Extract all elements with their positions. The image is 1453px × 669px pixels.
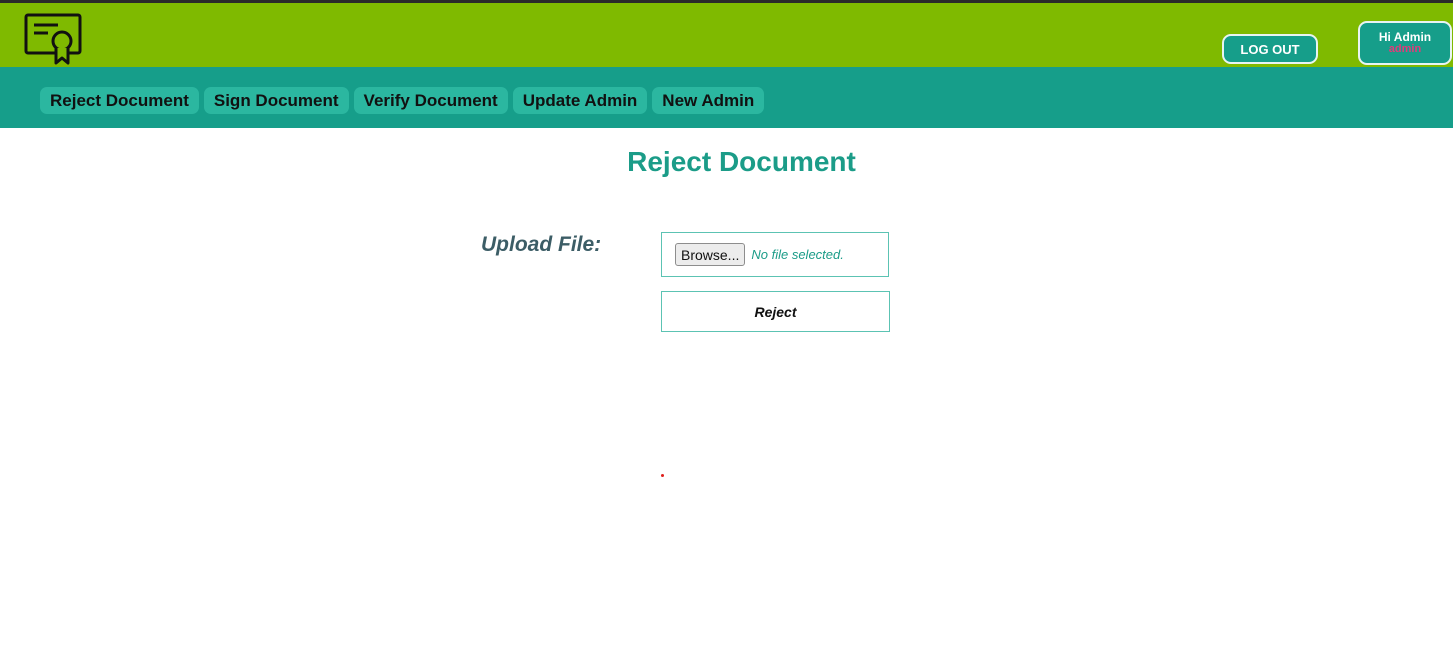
- red-dot-mark: [661, 474, 664, 477]
- nav-items: Reject Document Sign Document Verify Doc…: [40, 87, 765, 114]
- certificate-icon: [24, 13, 82, 65]
- username-text: admin: [1388, 43, 1422, 55]
- top-header: LOG OUT Hi Admin admin: [0, 0, 1453, 67]
- upload-file-label: Upload File:: [481, 233, 602, 256]
- file-input[interactable]: Browse... No file selected.: [661, 232, 889, 277]
- nav-item-new-admin[interactable]: New Admin: [652, 87, 765, 114]
- logout-button[interactable]: LOG OUT: [1222, 34, 1318, 64]
- browse-button[interactable]: Browse...: [675, 243, 746, 266]
- nav-item-sign-document[interactable]: Sign Document: [203, 87, 349, 114]
- file-status-text: No file selected.: [751, 247, 844, 262]
- reject-button[interactable]: Reject: [661, 291, 890, 332]
- user-badge[interactable]: Hi Admin admin: [1358, 21, 1452, 65]
- nav-item-reject-document[interactable]: Reject Document: [40, 87, 199, 114]
- nav-item-verify-document[interactable]: Verify Document: [353, 87, 508, 114]
- page-title: Reject Document: [627, 146, 856, 177]
- nav-item-update-admin[interactable]: Update Admin: [512, 87, 648, 114]
- nav-bar: Reject Document Sign Document Verify Doc…: [0, 67, 1453, 128]
